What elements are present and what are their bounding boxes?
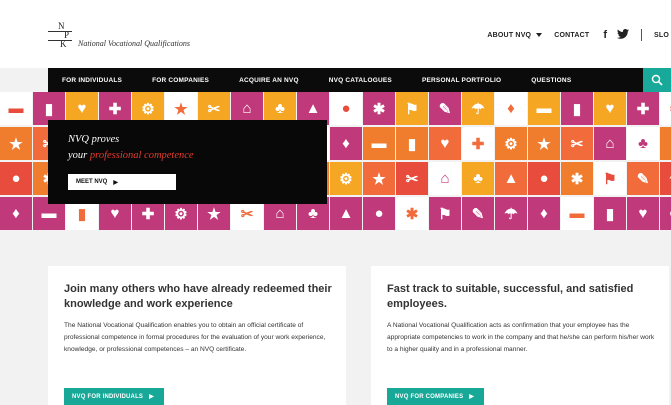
banner-tile-icon: ⌂ — [594, 127, 626, 160]
hero-box: NVQ proves your professional competence … — [48, 120, 327, 204]
banner-tile-icon: ⚙ — [660, 92, 671, 125]
arrow-right-icon: ▶ — [469, 394, 475, 400]
twitter-icon[interactable] — [617, 28, 629, 42]
meet-nvq-label: MEET NVQ — [76, 179, 108, 185]
nav-item-personal-portfolio[interactable]: PERSONAL PORTFOLIO — [422, 77, 501, 84]
individuals-card: Join many others who have already redeem… — [48, 266, 346, 405]
language-switch[interactable]: SLO — [654, 32, 669, 39]
banner-tile-icon: ♥ — [627, 197, 659, 230]
contact-link[interactable]: CONTACT — [554, 32, 589, 39]
banner-tile-icon: ✱ — [363, 92, 395, 125]
banner-tile-icon: ♣ — [627, 127, 659, 160]
banner-tile-icon: ★ — [0, 127, 32, 160]
banner-tile-icon: ▬ — [0, 92, 32, 125]
meet-nvq-button[interactable]: MEET NVQ ▶ — [68, 174, 176, 190]
twitter-bird — [617, 28, 629, 39]
banner-tile-icon: ♥ — [429, 127, 461, 160]
banner-tile-icon: ✎ — [462, 197, 494, 230]
main-nav: FOR INDIVIDUALS FOR COMPANIES ACQUIRE AN… — [48, 68, 671, 92]
nvq-for-companies-label: NVQ FOR COMPANIES — [395, 393, 464, 400]
companies-card: Fast track to suitable, successful, and … — [371, 266, 669, 405]
hero-subtitle: your professional competence — [68, 150, 194, 161]
nav-item-nvq-catalogues[interactable]: NVQ CATALOGUES — [329, 77, 392, 84]
banner-tile-icon: ☂ — [660, 162, 671, 195]
banner-tile-icon: ♣ — [462, 162, 494, 195]
banner-tile-icon: ▬ — [363, 127, 395, 160]
banner-tile-icon: ★ — [528, 127, 560, 160]
banner-tile-icon: ♦ — [495, 92, 527, 125]
banner-tile-icon: ⚑ — [396, 92, 428, 125]
nav-divider — [641, 29, 642, 41]
logo-text: National Vocational Qualifications — [78, 39, 190, 48]
about-nvq-label: ABOUT NVQ — [487, 31, 532, 39]
banner-tile-icon: ☂ — [495, 197, 527, 230]
banner-tile-icon: ● — [330, 92, 362, 125]
hero-subtitle-accent: professional competence — [89, 150, 194, 161]
nvq-for-companies-button[interactable]: NVQ FOR COMPANIES ▶ — [387, 388, 485, 405]
individuals-card-title: Join many others who have already redeem… — [64, 283, 332, 310]
nav-item-for-individuals[interactable]: FOR INDIVIDUALS — [62, 77, 122, 84]
banner-tile-icon: ● — [363, 197, 395, 230]
banner-tile-icon: ✎ — [627, 162, 659, 195]
banner-tile-icon: ⚑ — [594, 162, 626, 195]
banner-tile-icon: ⚙ — [495, 127, 527, 160]
banner-tile-icon: ☂ — [462, 92, 494, 125]
chevron-down-icon — [536, 33, 543, 37]
banner-tile-icon: ▬ — [528, 92, 560, 125]
about-nvq-menu[interactable]: ABOUT NVQ — [487, 31, 543, 39]
banner-tile-icon: ✚ — [462, 127, 494, 160]
facebook-icon[interactable]: f — [603, 29, 607, 41]
nvq-logo[interactable]: N P K National Vocational Qualifications — [48, 20, 208, 56]
nav-item-acquire-nvq[interactable]: ACQUIRE AN NVQ — [239, 77, 299, 84]
logo-letter-k: K — [60, 39, 67, 49]
banner-tile-icon: ▬ — [561, 197, 593, 230]
banner-tile-icon: ✂ — [396, 162, 428, 195]
banner-tile-icon: ⚙ — [330, 162, 362, 195]
banner-tile-icon: ✂ — [561, 127, 593, 160]
banner-tile-icon: ✎ — [429, 92, 461, 125]
companies-card-body: A National Vocational Qualification acts… — [387, 322, 655, 353]
banner-tile-icon: ● — [528, 162, 560, 195]
banner-tile-icon: ★ — [363, 162, 395, 195]
banner-tile-icon: ✚ — [627, 92, 659, 125]
banner-tile-icon: ▮ — [561, 92, 593, 125]
banner-tile-icon: ⌂ — [429, 162, 461, 195]
search-button[interactable] — [643, 68, 671, 92]
banner-tile-icon: ♦ — [330, 127, 362, 160]
logo-monogram: N P K — [54, 22, 69, 49]
nvq-for-individuals-label: NVQ FOR INDIVIDUALS — [72, 393, 144, 400]
main-nav-items: FOR INDIVIDUALS FOR COMPANIES ACQUIRE AN… — [62, 68, 601, 92]
banner-tile-icon: ♥ — [594, 92, 626, 125]
logo-rule — [48, 31, 72, 32]
logo-rule — [48, 40, 72, 41]
nav-item-for-companies[interactable]: FOR COMPANIES — [152, 77, 209, 84]
hero-title: NVQ proves — [68, 134, 120, 145]
arrow-right-icon: ▶ — [149, 394, 154, 400]
top-nav: ABOUT NVQ CONTACT f SLO — [475, 28, 671, 42]
banner-tile-icon: ● — [0, 162, 32, 195]
arrow-right-icon: ▶ — [113, 179, 118, 186]
banner-tile-icon: ♦ — [528, 197, 560, 230]
banner-tile-icon: ▲ — [495, 162, 527, 195]
banner-tile-icon: ✚ — [660, 197, 671, 230]
companies-card-title: Fast track to suitable, successful, and … — [387, 283, 634, 310]
banner-tile-icon: ✱ — [561, 162, 593, 195]
nvq-for-individuals-button[interactable]: NVQ FOR INDIVIDUALS ▶ — [64, 388, 164, 405]
banner-tile-icon: ✱ — [396, 197, 428, 230]
banner-tile-icon: ▲ — [330, 197, 362, 230]
banner-tile-icon: ▮ — [594, 197, 626, 230]
site-header: N P K National Vocational Qualifications… — [0, 0, 671, 68]
banner-tile-icon: ♦ — [0, 197, 32, 230]
hero-subtitle-prefix: your — [68, 150, 88, 161]
banner-tile-icon: ▲ — [660, 127, 671, 160]
banner-tile-icon: ▮ — [396, 127, 428, 160]
nav-item-questions[interactable]: QUESTIONS — [531, 77, 571, 84]
banner-tile-icon: ⚑ — [429, 197, 461, 230]
facebook-label: f — [603, 29, 607, 41]
individuals-card-body: The National Vocational Qualification en… — [64, 322, 326, 353]
search-icon — [651, 74, 663, 86]
